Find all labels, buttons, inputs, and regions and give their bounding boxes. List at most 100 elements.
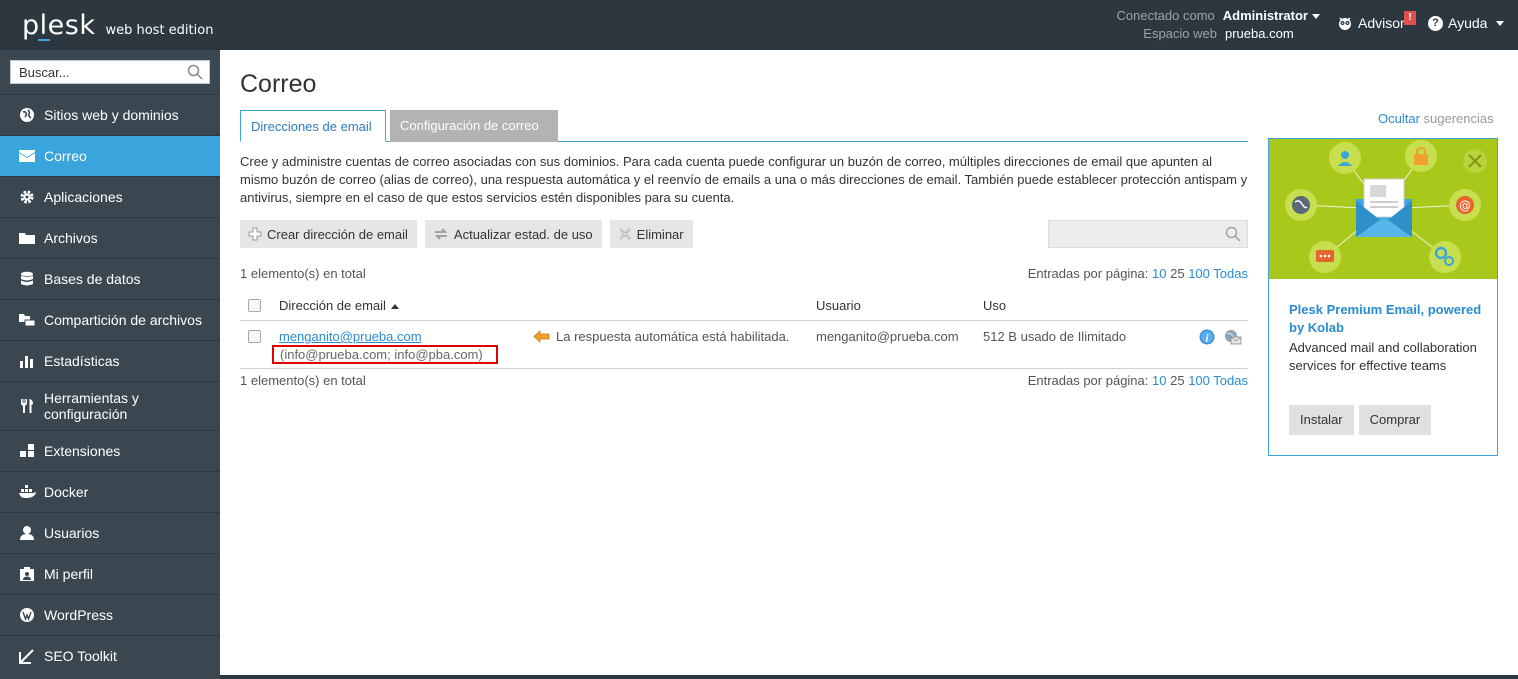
- advisor-alert-badge: !: [1404, 11, 1416, 25]
- file-sharing-icon: [18, 311, 36, 329]
- delete-button[interactable]: Eliminar: [609, 220, 693, 248]
- autoreply-text: La respuesta automática está habilitada.: [556, 329, 790, 344]
- folder-icon: [18, 229, 36, 247]
- sidebar-item-my-profile[interactable]: Mi perfil: [0, 553, 220, 594]
- sidebar-item-users[interactable]: Usuarios: [0, 512, 220, 553]
- search-input[interactable]: [11, 61, 181, 83]
- install-button[interactable]: Instalar: [1289, 405, 1354, 435]
- sidebar-item-seo-toolkit[interactable]: SEO Toolkit: [0, 635, 220, 676]
- delete-label: Eliminar: [636, 226, 684, 242]
- usage-column-header[interactable]: Uso: [983, 298, 1006, 313]
- email-address-link[interactable]: menganito@prueba.com: [279, 329, 422, 344]
- webspace-value[interactable]: prueba.com: [1225, 25, 1320, 43]
- session-info: Conectado como Administrator Espacio web…: [1116, 7, 1320, 43]
- row-checkbox[interactable]: [248, 330, 261, 343]
- mail-network-illustration: @: [1285, 140, 1487, 273]
- plesk-logo[interactable]: plesk web host edition: [22, 10, 213, 41]
- promo-title[interactable]: Plesk Premium Email, powered by Kolab: [1289, 301, 1489, 337]
- per-page-all[interactable]: Todas: [1213, 266, 1248, 281]
- main-content: Correo Direcciones de email Configuració…: [220, 50, 1518, 679]
- database-icon: [18, 270, 36, 288]
- email-header-label: Dirección de email: [279, 298, 386, 313]
- mail-icon: [18, 147, 36, 165]
- sidebar-item-wordpress[interactable]: WordPress: [0, 594, 220, 635]
- sidebar-search: [10, 60, 210, 84]
- profile-icon: [18, 565, 36, 583]
- search-icon[interactable]: [1225, 226, 1241, 242]
- sidebar-item-label: WordPress: [44, 607, 113, 623]
- refresh-usage-button[interactable]: Actualizar estad. de uso: [424, 220, 602, 248]
- sidebar-item-tools-settings[interactable]: Herramientas y configuración: [0, 381, 220, 430]
- buy-button[interactable]: Comprar: [1358, 405, 1432, 435]
- user-column-header[interactable]: Usuario: [816, 298, 861, 313]
- help-label: Ayuda: [1448, 15, 1488, 31]
- promo-illustration: @: [1269, 139, 1497, 279]
- sidebar-item-label: Aplicaciones: [44, 189, 123, 205]
- email-column-header[interactable]: Dirección de email: [279, 298, 399, 313]
- user-icon: [18, 524, 36, 542]
- advisor-button[interactable]: Advisor !: [1337, 11, 1416, 31]
- logo-word: plesk: [22, 10, 96, 41]
- per-page-all[interactable]: Todas: [1213, 373, 1248, 388]
- owl-icon: [1339, 17, 1351, 30]
- table-header: Dirección de email Usuario Uso: [240, 295, 1248, 321]
- tools-icon: [18, 397, 36, 415]
- user-menu[interactable]: Administrator: [1223, 7, 1320, 25]
- globe-icon: [18, 106, 36, 124]
- promo-description: Advanced mail and collaboration services…: [1289, 340, 1477, 373]
- sidebar-item-websites[interactable]: Sitios web y dominios: [0, 94, 220, 135]
- sidebar-item-file-sharing[interactable]: Compartición de archivos: [0, 299, 220, 340]
- sidebar-item-label: Mi perfil: [44, 566, 94, 582]
- sidebar-item-statistics[interactable]: Estadísticas: [0, 340, 220, 381]
- wordpress-icon: [18, 606, 36, 624]
- webmail-icon[interactable]: [1224, 329, 1242, 345]
- info-icon[interactable]: i: [1199, 329, 1215, 345]
- chevron-down-icon: [1496, 20, 1505, 26]
- sidebar: Sitios web y dominios Correo Aplicacione…: [0, 50, 220, 679]
- docker-icon: [18, 483, 36, 501]
- toolbar: Crear dirección de email Actualizar esta…: [240, 220, 693, 248]
- list-search-field[interactable]: [1048, 220, 1248, 248]
- row-usage: 512 B usado de Ilimitado: [983, 329, 1127, 344]
- create-email-button[interactable]: Crear dirección de email: [240, 220, 417, 248]
- tab-email-addresses[interactable]: Direcciones de email: [240, 110, 386, 142]
- sidebar-item-files[interactable]: Archivos: [0, 217, 220, 258]
- top-bar: plesk web host edition Conectado como Ad…: [0, 0, 1518, 50]
- hide-suggestions: Ocultar sugerencias: [1378, 111, 1494, 126]
- search-icon[interactable]: [187, 64, 203, 80]
- per-page-label: Entradas por página:: [1027, 266, 1149, 281]
- webspace-label: Espacio web: [1143, 26, 1217, 41]
- hide-suggestions-link[interactable]: Ocultar: [1378, 111, 1420, 126]
- user-name: Administrator: [1222, 8, 1308, 23]
- delete-icon: [618, 228, 631, 240]
- sidebar-item-label: Extensiones: [44, 443, 121, 459]
- per-page-100[interactable]: 100: [1188, 373, 1210, 388]
- per-page-100[interactable]: 100: [1188, 266, 1210, 281]
- table-row: menganito@prueba.com (info@prueba.com; i…: [240, 321, 1248, 369]
- refresh-usage-label: Actualizar estad. de uso: [453, 226, 593, 242]
- question-icon: ?: [1428, 15, 1443, 31]
- sidebar-item-label: Archivos: [44, 230, 98, 246]
- items-total-top: 1 elemento(s) en total: [240, 266, 366, 281]
- sidebar-item-extensions[interactable]: Extensiones: [0, 430, 220, 471]
- autoreply-status: La respuesta automática está habilitada.: [533, 329, 789, 344]
- sidebar-item-mail[interactable]: Correo: [0, 135, 220, 176]
- items-total-bottom: 1 elemento(s) en total: [240, 373, 366, 388]
- select-all-checkbox[interactable]: [248, 299, 261, 312]
- plus-icon: [248, 227, 262, 241]
- sidebar-item-applications[interactable]: Aplicaciones: [0, 176, 220, 217]
- per-page-25: 25: [1170, 266, 1185, 281]
- logo-edition: web host edition: [105, 23, 214, 38]
- sidebar-item-label: Sitios web y dominios: [44, 107, 179, 123]
- tab-mail-settings[interactable]: Configuración de correo: [390, 110, 558, 142]
- sort-ascending-icon: [390, 304, 399, 310]
- per-page-10[interactable]: 10: [1152, 373, 1166, 388]
- sidebar-item-docker[interactable]: Docker: [0, 471, 220, 512]
- promo-actions: Instalar Comprar: [1289, 405, 1432, 435]
- sidebar-item-databases[interactable]: Bases de datos: [0, 258, 220, 299]
- per-page-10[interactable]: 10: [1152, 266, 1166, 281]
- chevron-down-icon: [1312, 14, 1320, 20]
- help-menu[interactable]: ? Ayuda: [1428, 15, 1505, 31]
- bar-chart-icon: [18, 352, 36, 370]
- sidebar-item-label: Herramientas y configuración: [44, 390, 139, 422]
